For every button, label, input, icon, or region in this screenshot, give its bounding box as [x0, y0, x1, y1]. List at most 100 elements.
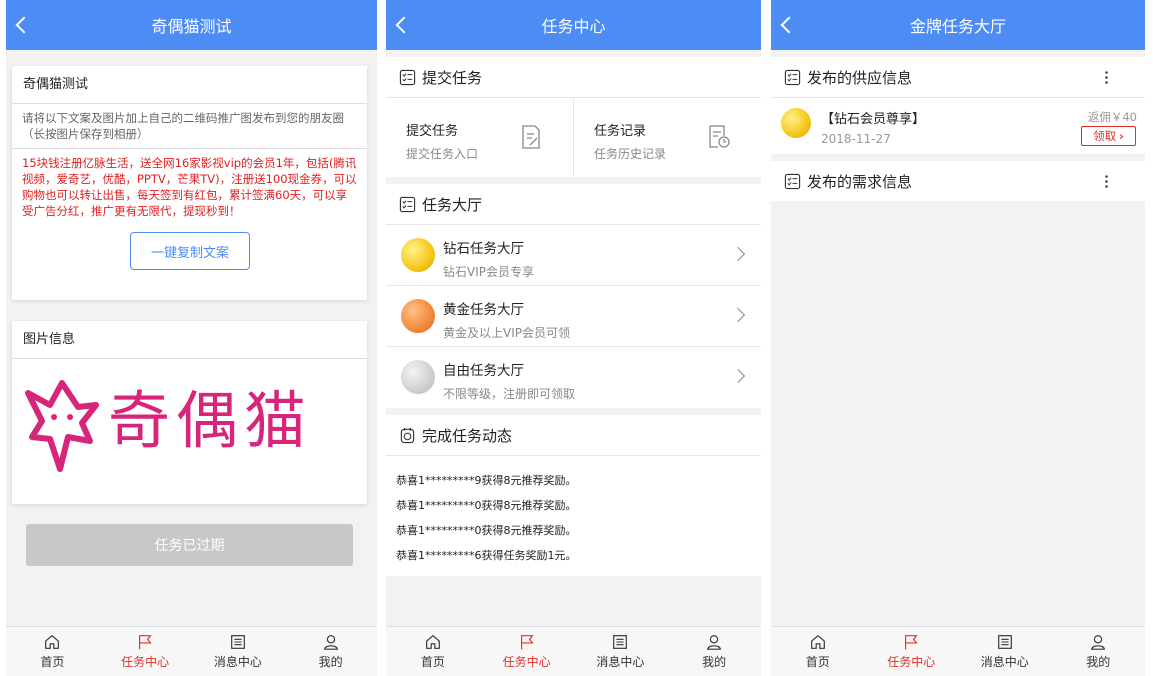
tab-mine[interactable]: 我的: [667, 627, 761, 676]
section-header: 任务大厅: [386, 184, 761, 225]
user-icon: [1091, 635, 1106, 650]
user-icon: [707, 635, 722, 650]
tab-messages[interactable]: 消息中心: [574, 627, 668, 676]
list-icon: [997, 635, 1012, 649]
checklist-icon: [784, 69, 801, 85]
flag-icon: [520, 635, 534, 650]
feed-item: 恭喜1*********6获得任务奖励1元。: [396, 549, 577, 562]
hall-section: 任务大厅 钻石任务大厅 钻石VIP会员专享 黄金任务大厅 黄金及以上VIP会员可…: [386, 184, 761, 408]
promo-image[interactable]: 奇偶猫: [12, 359, 367, 503]
tab-label: 消息中心: [213, 655, 262, 669]
card-instructions: 请将以下文案及图片加上自己的二维码推广图发布到您的朋友圈（长按图片保存到相册）: [12, 104, 367, 149]
claim-label: 领取: [1093, 129, 1117, 143]
feed-section: 完成任务动态 恭喜1*********9获得8元推荐奖励。 恭喜1*******…: [386, 415, 761, 576]
more-dots-icon[interactable]: [1098, 71, 1115, 84]
hall-gold[interactable]: 黄金任务大厅 黄金及以上VIP会员可领: [386, 286, 761, 347]
tab-label: 我的: [702, 655, 727, 669]
hall-desc: 钻石VIP会员专享: [443, 265, 534, 279]
entry-title: 提交任务: [406, 124, 459, 139]
back-icon[interactable]: [780, 16, 798, 34]
edit-doc-icon: [522, 125, 540, 149]
tab-bar: 首页 任务中心 消息中心 我的: [386, 626, 761, 676]
card-title: 奇偶猫测试: [12, 66, 367, 104]
user-icon: [323, 635, 338, 650]
expired-button[interactable]: 任务已过期: [26, 524, 353, 566]
page-title: 金牌任务大厅: [909, 17, 1006, 36]
history-icon: [709, 125, 730, 148]
section-title: 发布的需求信息: [807, 173, 913, 191]
checklist-icon: [399, 196, 416, 212]
screen-task-center: 任务中心 提交任务 提交任务 提交任务入口 任务记录 任务历史记录 任务大厅 钻…: [386, 0, 761, 676]
tab-bar: 首页 任务中心 消息中心 我的: [771, 626, 1145, 676]
copy-text-button[interactable]: 一键复制文案: [130, 232, 250, 270]
tab-label: 任务中心: [502, 655, 551, 669]
tab-mine[interactable]: 我的: [284, 627, 377, 676]
feed-item: 恭喜1*********0获得8元推荐奖励。: [396, 499, 577, 512]
tab-label: 首页: [420, 655, 445, 669]
tab-task-center[interactable]: 任务中心: [865, 627, 959, 676]
section-header: 发布的需求信息: [771, 161, 1145, 202]
tab-task-center[interactable]: 任务中心: [480, 627, 574, 676]
claim-button[interactable]: 领取 ›: [1081, 126, 1136, 146]
home-icon: [425, 634, 440, 649]
crown-coin-icon: [401, 360, 435, 394]
tab-messages[interactable]: 消息中心: [192, 627, 285, 676]
back-icon[interactable]: [395, 16, 413, 34]
header: 任务中心: [386, 0, 761, 50]
page-title: 奇偶猫测试: [151, 17, 232, 36]
supply-section: 发布的供应信息 【钻石会员尊享】 2018-11-27 返佣￥40 领取 ›: [771, 57, 1145, 154]
section-title: 完成任务动态: [422, 426, 513, 445]
crown-coin-icon: [781, 108, 811, 138]
list-icon: [613, 635, 628, 649]
tab-home[interactable]: 首页: [771, 627, 865, 676]
hall-diamond[interactable]: 钻石任务大厅 钻石VIP会员专享: [386, 225, 761, 286]
tab-messages[interactable]: 消息中心: [958, 627, 1052, 676]
hall-desc: 不限等级，注册即可领取: [443, 387, 576, 401]
section-header: 完成任务动态: [386, 415, 761, 456]
promo-copy-card: 奇偶猫测试 请将以下文案及图片加上自己的二维码推广图发布到您的朋友圈（长按图片保…: [12, 66, 367, 300]
crown-coin-icon: [401, 238, 435, 272]
tab-label: 消息中心: [980, 655, 1029, 669]
hall-title: 钻石任务大厅: [443, 241, 524, 257]
hall-title: 黄金任务大厅: [443, 302, 524, 318]
header: 奇偶猫测试: [6, 0, 377, 50]
task-record-entry[interactable]: 任务记录 任务历史记录: [574, 98, 761, 176]
crown-coin-icon: [401, 299, 435, 333]
tab-label: 我的: [1086, 655, 1111, 669]
submit-section: 提交任务 提交任务 提交任务入口 任务记录 任务历史记录: [386, 57, 761, 177]
page-title: 任务中心: [541, 17, 606, 36]
feed-item: 恭喜1*********9获得8元推荐奖励。: [396, 474, 577, 487]
more-dots-icon[interactable]: [1098, 175, 1115, 188]
tab-bar: 首页 任务中心 消息中心 我的: [6, 626, 377, 676]
tab-label: 消息中心: [596, 655, 645, 669]
home-icon: [45, 634, 60, 649]
hall-title: 自由任务大厅: [443, 363, 524, 379]
feed-item: 恭喜1*********0获得8元推荐奖励。: [396, 524, 577, 537]
supply-item[interactable]: 【钻石会员尊享】 2018-11-27 返佣￥40 领取 ›: [771, 98, 1145, 153]
checklist-icon: [399, 69, 416, 85]
tab-home[interactable]: 首页: [386, 627, 480, 676]
tab-label: 我的: [318, 655, 343, 669]
entry-title: 任务记录: [594, 124, 647, 139]
image-info-card: 图片信息 奇偶猫: [12, 321, 367, 504]
card-title: 图片信息: [12, 321, 367, 359]
section-title: 发布的供应信息: [807, 68, 913, 87]
tab-mine[interactable]: 我的: [1052, 627, 1146, 676]
back-icon[interactable]: [15, 16, 33, 34]
flag-icon: [139, 635, 152, 650]
entry-desc: 提交任务入口: [406, 147, 479, 161]
tab-home[interactable]: 首页: [6, 627, 99, 676]
tab-label: 任务中心: [121, 655, 170, 669]
demand-section: 发布的需求信息: [771, 161, 1145, 201]
hall-free[interactable]: 自由任务大厅 不限等级，注册即可领取: [386, 347, 761, 408]
entry-desc: 任务历史记录: [594, 147, 667, 161]
tab-label: 任务中心: [887, 655, 936, 669]
submit-task-entry[interactable]: 提交任务 提交任务入口: [386, 98, 574, 176]
promo-text: 15块钱注册亿脉生活，送全网16家影视vip的会员1年，包括(腾讯视频，爱奇艺，…: [22, 156, 357, 218]
medal-icon: [400, 427, 415, 443]
tab-label: 首页: [40, 655, 65, 669]
screen-promo-detail: 奇偶猫测试 奇偶猫测试 请将以下文案及图片加上自己的二维码推广图发布到您的朋友圈…: [6, 0, 377, 676]
checklist-icon: [784, 173, 801, 190]
tab-task-center[interactable]: 任务中心: [99, 627, 192, 676]
rebate-amount: 返佣￥40: [1087, 110, 1137, 124]
